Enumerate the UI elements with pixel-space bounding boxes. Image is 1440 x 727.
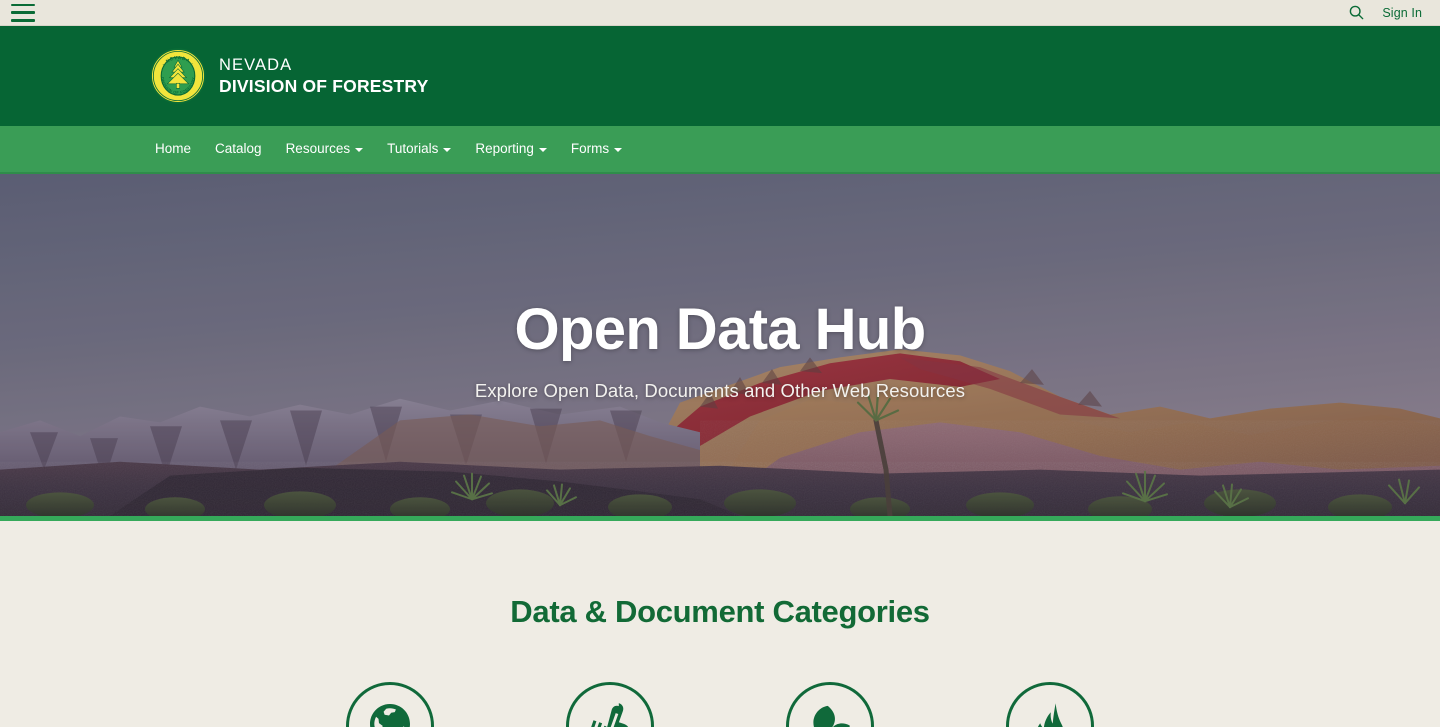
brand-header-inner: · NEVADA · DIVISION OF FORESTRY NEVADA D…	[150, 48, 1290, 104]
flame-icon	[1037, 703, 1063, 727]
nav-item-home[interactable]: Home	[150, 125, 203, 173]
leaf-icon	[813, 705, 850, 727]
nav-item-label: Catalog	[215, 141, 262, 156]
brand-name-line-1: NEVADA	[219, 56, 293, 74]
nav-item-label: Tutorials	[387, 141, 439, 156]
hamburger-menu-icon[interactable]	[11, 3, 35, 22]
categories-section: Data & Document Categories	[0, 521, 1440, 727]
category-item-flame[interactable]	[1006, 682, 1094, 727]
hamburger-line	[11, 19, 35, 22]
nav-item-forms[interactable]: Forms	[559, 125, 634, 173]
utility-bar-right: Sign In	[1349, 5, 1440, 20]
nav-item-reporting[interactable]: Reporting	[463, 125, 559, 173]
nav-item-label: Forms	[570, 141, 610, 156]
nav-item-label: Reporting	[475, 141, 534, 156]
search-icon[interactable]	[1349, 5, 1364, 20]
nav-item-catalog[interactable]: Catalog	[203, 125, 274, 173]
utility-bar: Sign In	[0, 0, 1440, 26]
nav-item-label: Home	[155, 141, 192, 156]
nav-item-resources[interactable]: Resources	[274, 125, 376, 173]
hamburger-line	[11, 3, 35, 6]
main-navigation-inner: Home Catalog Resources Tutorials Reporti…	[150, 125, 1290, 173]
brand-name-line-2: DIVISION OF FORESTRY	[219, 75, 429, 96]
category-icon-circle	[346, 682, 434, 727]
nav-item-tutorials[interactable]: Tutorials	[375, 125, 463, 173]
category-item-leaf[interactable]	[786, 682, 874, 727]
categories-heading: Data & Document Categories	[510, 594, 930, 629]
hero-banner: Open Data Hub Explore Open Data, Documen…	[0, 174, 1440, 521]
chevron-down-icon	[538, 148, 547, 152]
nav-item-label: Resources	[285, 141, 351, 156]
category-item-globe[interactable]	[346, 682, 434, 727]
globe-icon	[370, 704, 410, 727]
brand-wordmark[interactable]: NEVADA DIVISION OF FORESTRY	[219, 57, 428, 95]
category-icon-circle	[566, 682, 654, 727]
brand-header: · NEVADA · DIVISION OF FORESTRY NEVADA D…	[0, 26, 1440, 126]
categories-row	[150, 682, 1290, 727]
page-title: Open Data Hub	[514, 296, 926, 362]
sign-in-link[interactable]: Sign In	[1382, 6, 1422, 20]
category-item-hand[interactable]	[566, 682, 654, 727]
hero-content: Open Data Hub Explore Open Data, Documen…	[0, 174, 1440, 516]
chevron-down-icon	[443, 148, 452, 152]
hand-holding-soil-icon	[591, 703, 629, 727]
nevada-division-of-forestry-seal-icon[interactable]: · NEVADA · DIVISION OF FORESTRY	[150, 48, 206, 104]
main-navigation: Home Catalog Resources Tutorials Reporti…	[0, 126, 1440, 174]
category-icon-circle	[1006, 682, 1094, 727]
chevron-down-icon	[355, 148, 364, 152]
hamburger-line	[11, 11, 35, 14]
chevron-down-icon	[614, 148, 623, 152]
hero-subtitle: Explore Open Data, Documents and Other W…	[474, 380, 966, 402]
category-icon-circle	[786, 682, 874, 727]
